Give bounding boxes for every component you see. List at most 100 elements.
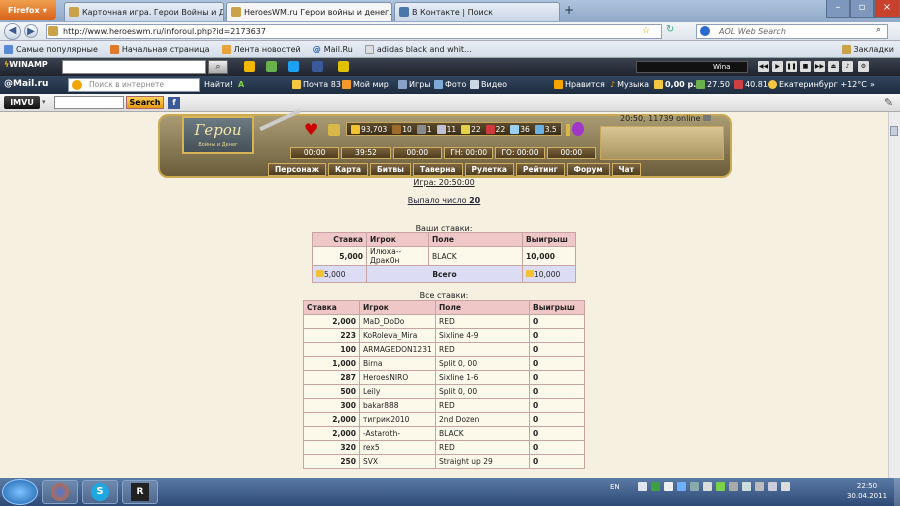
prev-icon[interactable]: ◀◀ bbox=[758, 61, 769, 72]
menu-forum[interactable]: Форум bbox=[566, 163, 610, 176]
menu-character[interactable]: Персонаж bbox=[268, 163, 327, 176]
network-icon[interactable] bbox=[767, 482, 777, 491]
volume-icon[interactable]: ♪ bbox=[842, 61, 853, 72]
tray-app-icon[interactable] bbox=[689, 482, 699, 491]
mailru-rate-eur[interactable]: 40.81 bbox=[734, 80, 768, 89]
player-cell[interactable]: -Astaroth- bbox=[359, 426, 436, 441]
eject-icon[interactable]: ⏏ bbox=[828, 61, 839, 72]
tray-app-icon[interactable] bbox=[741, 482, 751, 491]
android-icon[interactable] bbox=[266, 61, 277, 72]
player-cell[interactable]: Leily bbox=[359, 384, 436, 399]
runner-icon[interactable] bbox=[338, 61, 349, 72]
tray-app-icon[interactable] bbox=[728, 482, 738, 491]
mailru-video-button[interactable]: Видео bbox=[470, 80, 507, 89]
search-icon[interactable]: ⌕ bbox=[876, 25, 881, 35]
forward-button[interactable]: ▶ bbox=[24, 24, 38, 38]
player-cell[interactable]: ARMAGEDON1231 bbox=[359, 342, 436, 357]
help-icon[interactable] bbox=[637, 482, 647, 491]
winamp-settings-icon[interactable]: ⚙ bbox=[858, 61, 869, 72]
heart-icon[interactable]: ♥ bbox=[304, 120, 318, 139]
mailru-myworld-button[interactable]: Мой мир bbox=[342, 80, 389, 89]
menu-map[interactable]: Карта bbox=[328, 163, 369, 176]
menu-chat[interactable]: Чат bbox=[611, 163, 641, 176]
aol-search-icon[interactable] bbox=[700, 26, 710, 36]
bookmark-star-icon[interactable]: ☆ bbox=[642, 26, 650, 36]
pause-icon[interactable]: ❚❚ bbox=[786, 61, 797, 72]
volume-icon[interactable] bbox=[780, 482, 790, 491]
play-icon[interactable]: ▶ bbox=[772, 61, 783, 72]
antivirus-icon[interactable] bbox=[650, 482, 660, 491]
tray-app-icon[interactable] bbox=[754, 482, 764, 491]
show-desktop-button[interactable] bbox=[894, 478, 900, 506]
tray-app-icon[interactable] bbox=[715, 482, 725, 491]
bookmark-most-visited[interactable]: Самые популярные bbox=[4, 44, 98, 54]
imvu-search-input[interactable] bbox=[54, 96, 124, 109]
mailru-games-button[interactable]: Игры bbox=[398, 80, 431, 89]
potion-icon[interactable] bbox=[572, 122, 584, 136]
player-cell[interactable]: Birna bbox=[359, 356, 436, 371]
taskbar-firefox[interactable] bbox=[42, 480, 78, 504]
mailru-search-input[interactable]: Поиск в интернете bbox=[68, 78, 200, 92]
reload-icon[interactable]: ↻ bbox=[666, 24, 674, 35]
player-cell[interactable]: KoRoleva_Mira bbox=[359, 328, 436, 343]
winamp-icon[interactable] bbox=[244, 61, 255, 72]
menu-battles[interactable]: Битвы bbox=[370, 163, 411, 176]
start-button[interactable] bbox=[2, 479, 38, 505]
mailru-a-button[interactable]: A bbox=[238, 80, 244, 89]
minimize-button[interactable]: – bbox=[826, 0, 850, 18]
mailru-music-button[interactable]: ♪ Музыка bbox=[610, 80, 649, 89]
player-cell[interactable]: bakar888 bbox=[359, 398, 436, 413]
player-cell[interactable]: HeroesNIRO bbox=[359, 370, 436, 385]
imvu-search-button[interactable]: Search bbox=[126, 96, 164, 109]
mailru-rate-usd[interactable]: 27.50 bbox=[696, 80, 730, 89]
mailru-logo[interactable]: @Mail.ru bbox=[4, 79, 48, 89]
firefox-menu-button[interactable]: Firefox ▾ bbox=[0, 0, 56, 20]
new-tab-button[interactable]: + bbox=[562, 3, 576, 19]
tab-heroeswm[interactable]: HeroesWM.ru Герои войны и денег...× bbox=[226, 2, 392, 21]
winamp-search-input[interactable] bbox=[62, 60, 206, 74]
winamp-search-button[interactable]: ⌕ bbox=[208, 60, 228, 74]
game-time-link[interactable]: Игра: 20:50:00 bbox=[0, 178, 888, 187]
twitter-icon[interactable] bbox=[288, 61, 299, 72]
site-identity-icon[interactable] bbox=[48, 26, 58, 36]
address-bar[interactable]: http://www.heroeswm.ru/inforoul.php?id=2… bbox=[46, 24, 662, 39]
player-cell[interactable]: Илюха--Драк0н bbox=[366, 246, 429, 266]
taskbar-skype[interactable]: S bbox=[82, 480, 118, 504]
maximize-button[interactable]: ▫ bbox=[850, 0, 874, 18]
mailru-find-button[interactable]: Найти! bbox=[204, 80, 233, 89]
imvu-logo[interactable]: IMVU bbox=[4, 96, 40, 109]
mailru-photo-button[interactable]: Фото bbox=[434, 80, 466, 89]
bookmark-home[interactable]: Начальная страница bbox=[109, 44, 210, 54]
mail-icon[interactable] bbox=[703, 115, 712, 121]
tab-vkontakte[interactable]: В Контакте | Поиск bbox=[394, 2, 560, 21]
close-window-button[interactable]: × bbox=[874, 0, 900, 18]
facebook-icon[interactable]: f bbox=[168, 97, 180, 109]
player-cell[interactable]: тигрик2010 bbox=[359, 412, 436, 427]
menu-rating[interactable]: Рейтинг bbox=[515, 163, 565, 176]
scrollbar-thumb[interactable] bbox=[890, 126, 898, 136]
facebook-icon[interactable] bbox=[312, 61, 323, 72]
taskbar-clock[interactable]: 22:50 30.04.2011 bbox=[842, 481, 892, 501]
menu-roulette[interactable]: Рулетка bbox=[464, 163, 514, 176]
tray-app-icon[interactable] bbox=[702, 482, 712, 491]
player-cell[interactable]: SVX bbox=[359, 454, 436, 469]
game-logo[interactable]: Герои bbox=[182, 116, 254, 154]
vertical-scrollbar[interactable] bbox=[888, 112, 900, 478]
search-input[interactable]: AOL Web Search bbox=[696, 24, 888, 39]
bookmarks-menu[interactable]: Закладки bbox=[841, 44, 894, 54]
mailru-like-button[interactable]: Нравится bbox=[554, 80, 605, 89]
mailru-menu-button[interactable]: » bbox=[870, 80, 875, 89]
next-icon[interactable]: ▶▶ bbox=[814, 61, 825, 72]
tray-app-icon[interactable] bbox=[663, 482, 673, 491]
mailru-money-button[interactable]: 0,00 р. bbox=[654, 80, 696, 89]
mailru-mail-button[interactable]: Почта 83 bbox=[292, 80, 341, 89]
stop-icon[interactable]: ■ bbox=[800, 61, 811, 72]
drawn-number-link[interactable]: Выпало число 20 bbox=[408, 196, 481, 205]
bookmark-news[interactable]: Лента новостей bbox=[221, 44, 301, 54]
player-cell[interactable]: rex5 bbox=[359, 440, 436, 455]
bookmark-adidas[interactable]: adidas black and whit... bbox=[364, 44, 472, 54]
taskbar-rockstar[interactable]: R bbox=[122, 480, 158, 504]
bookmark-mailru[interactable]: @ Mail.Ru bbox=[313, 45, 353, 54]
chevron-down-icon[interactable]: ▾ bbox=[42, 98, 46, 106]
wrench-icon[interactable]: ✎ bbox=[884, 96, 893, 109]
